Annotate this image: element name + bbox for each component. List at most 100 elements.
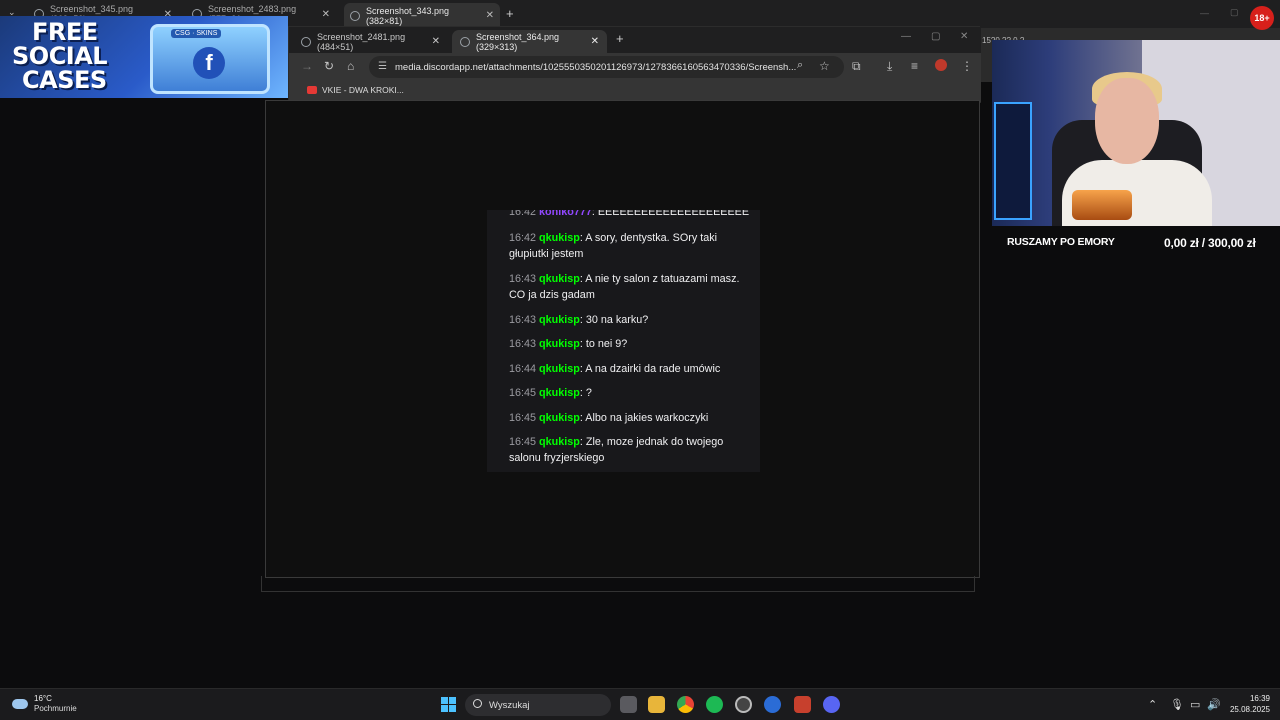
message-time: 16:42: [509, 232, 537, 244]
volume-icon[interactable]: 🔊: [1207, 698, 1221, 711]
clock-date: 25.08.2025: [1229, 705, 1270, 714]
chat-message-top: 16:42 koniko777: EEEEEEEEEEEEEEEEEEEEE: [509, 210, 757, 220]
message-time: 16:45: [509, 412, 537, 424]
message-user: qkukisp: [539, 436, 580, 448]
minimize-icon[interactable]: —: [1200, 8, 1209, 18]
outer-tab-label: Screenshot_343.png (382×81): [366, 5, 450, 26]
inner-tab-1[interactable]: Screenshot_2481.png (484×51) ✕: [293, 30, 448, 53]
cloud-icon: [12, 699, 28, 709]
close-icon[interactable]: ✕: [486, 10, 494, 21]
extensions-icon[interactable]: ⧉: [852, 59, 861, 74]
app-icon[interactable]: [794, 696, 811, 713]
bookmark-star-icon[interactable]: ☆: [819, 59, 830, 73]
message-text: : to nei 9?: [579, 338, 628, 350]
message-time: 16:42: [509, 210, 537, 218]
close-icon[interactable]: ✕: [322, 9, 330, 20]
inner-tab-2[interactable]: Screenshot_364.png (329×313) ✕: [452, 30, 607, 53]
address-bar[interactable]: ☰ media.discordapp.net/attachments/10255…: [369, 56, 844, 78]
task-view-icon[interactable]: [620, 696, 637, 713]
close-window-icon[interactable]: ✕: [960, 31, 968, 42]
message-time: 16:43: [509, 273, 537, 285]
case-box-image: CSG · SKINS f: [150, 24, 270, 94]
home-icon[interactable]: ⌂: [347, 59, 354, 73]
site-settings-icon[interactable]: ☰: [378, 61, 387, 72]
search-box[interactable]: Wyszukaj: [465, 694, 611, 716]
message-user: qkukisp: [539, 412, 580, 424]
weather-condition: Pochmurnie: [34, 704, 77, 713]
toolbar: → ↻ ⌂ ☰ media.discordapp.net/attachments…: [289, 53, 981, 81]
close-icon[interactable]: ✕: [591, 36, 599, 47]
globe-icon: [460, 36, 470, 47]
message-user: qkukisp: [539, 314, 580, 326]
microphone-icon[interactable]: 🎙: [1170, 698, 1184, 711]
media-icon[interactable]: ≡: [911, 59, 918, 73]
message-text: : EEEEEEEEEEEEEEEEEEEEE: [591, 210, 750, 218]
message-text: : A na dzairki da rade umówic: [579, 363, 721, 375]
url-text: media.discordapp.net/attachments/1025550…: [395, 61, 797, 73]
chat-message: 16:45 qkukisp: Zle, moze jednak do twojeg…: [509, 434, 757, 466]
profile-avatar[interactable]: [935, 59, 947, 71]
inner-tab-label: Screenshot_2481.png (484×51): [317, 31, 406, 52]
start-button[interactable]: [441, 697, 456, 712]
globe-icon: [350, 10, 360, 21]
promo-text: FREE SOCIAL CASES: [8, 18, 108, 94]
message-time: 16:43: [509, 338, 537, 350]
taskbar: 16°C Pochmurnie Wyszukaj ⌃ 🎙 ▭ 🔊 16:39 2…: [0, 688, 1280, 720]
chat-message: 16:45 qkukisp: ?: [509, 385, 757, 401]
forward-icon[interactable]: →: [301, 59, 313, 73]
minimize-icon[interactable]: —: [901, 31, 911, 42]
message-text: : 30 na karku?: [579, 314, 649, 326]
bookmark-item[interactable]: VKIE - DWA KROKI...: [307, 85, 404, 95]
age-badge: 18+: [1250, 6, 1274, 30]
spotify-icon[interactable]: [706, 696, 723, 713]
weather-widget[interactable]: 16°C Pochmurnie: [12, 694, 77, 714]
zoom-icon[interactable]: ⌕: [797, 59, 803, 72]
chat-image: 16:42 koniko777: EEEEEEEEEEEEEEEEEEEEE 16…: [487, 210, 760, 472]
download-icon[interactable]: ⤓: [887, 59, 892, 74]
message-user: qkukisp: [539, 338, 580, 350]
search-placeholder: Wyszukaj: [489, 699, 530, 711]
new-tab-icon[interactable]: +: [506, 6, 514, 21]
pc-case: [994, 102, 1032, 220]
reload-icon[interactable]: ↻: [324, 59, 334, 73]
menu-icon[interactable]: ⋮: [961, 59, 973, 73]
obs-icon[interactable]: [735, 696, 752, 713]
globe-icon: [301, 36, 311, 47]
chat-message: 16:45 qkukisp: Albo na jakies warkoczyki: [509, 410, 757, 426]
network-icon[interactable]: ▭: [1190, 698, 1200, 711]
window-shadow-edge: [261, 576, 975, 592]
inner-tab-label: Screenshot_364.png (329×313): [476, 31, 560, 52]
message-time: 16:45: [509, 436, 537, 448]
youtube-icon: [307, 86, 317, 94]
tray-overflow-icon[interactable]: ⌃: [1148, 698, 1157, 711]
message-text: : ?: [579, 387, 592, 399]
discord-icon[interactable]: [823, 696, 840, 713]
chat-message: 16:42 qkukisp: A sory, dentystka. SOry ta…: [509, 230, 757, 262]
promo-line: FREE: [32, 18, 98, 46]
clock[interactable]: 16:39 25.08.2025: [1230, 693, 1270, 715]
promo-line: SOCIAL: [12, 42, 108, 70]
message-time: 16:44: [509, 363, 537, 375]
message-user: qkukisp: [539, 273, 580, 285]
app-icon[interactable]: [764, 696, 781, 713]
search-icon: [473, 699, 482, 708]
promo-banner: FREE SOCIAL CASES CSG · SKINS f: [0, 16, 288, 98]
message-time: 16:43: [509, 314, 537, 326]
close-icon[interactable]: ✕: [432, 36, 440, 47]
maximize-icon[interactable]: ▢: [931, 31, 940, 42]
message-user: qkukisp: [539, 363, 580, 375]
temperature: 16°C: [34, 694, 52, 703]
chat-message: 16:44 qkukisp: A na dzairki da rade umówi…: [509, 361, 757, 377]
promo-line: CASES: [22, 66, 107, 94]
outer-tab-3[interactable]: Screenshot_343.png (382×81) ✕: [344, 3, 500, 28]
case-tag: CSG · SKINS: [171, 29, 222, 38]
facebook-icon: f: [193, 47, 225, 79]
file-explorer-icon[interactable]: [648, 696, 665, 713]
chat-message: 16:43 qkukisp: 30 na karku?: [509, 312, 757, 328]
chrome-icon[interactable]: [677, 696, 694, 713]
donation-goal-label: RUSZAMY PO EMORY: [1007, 236, 1115, 248]
chat-message: 16:43 qkukisp: to nei 9?: [509, 336, 757, 352]
new-tab-icon[interactable]: +: [616, 31, 624, 46]
maximize-icon[interactable]: ▢: [1230, 7, 1239, 18]
message-user: qkukisp: [539, 232, 580, 244]
